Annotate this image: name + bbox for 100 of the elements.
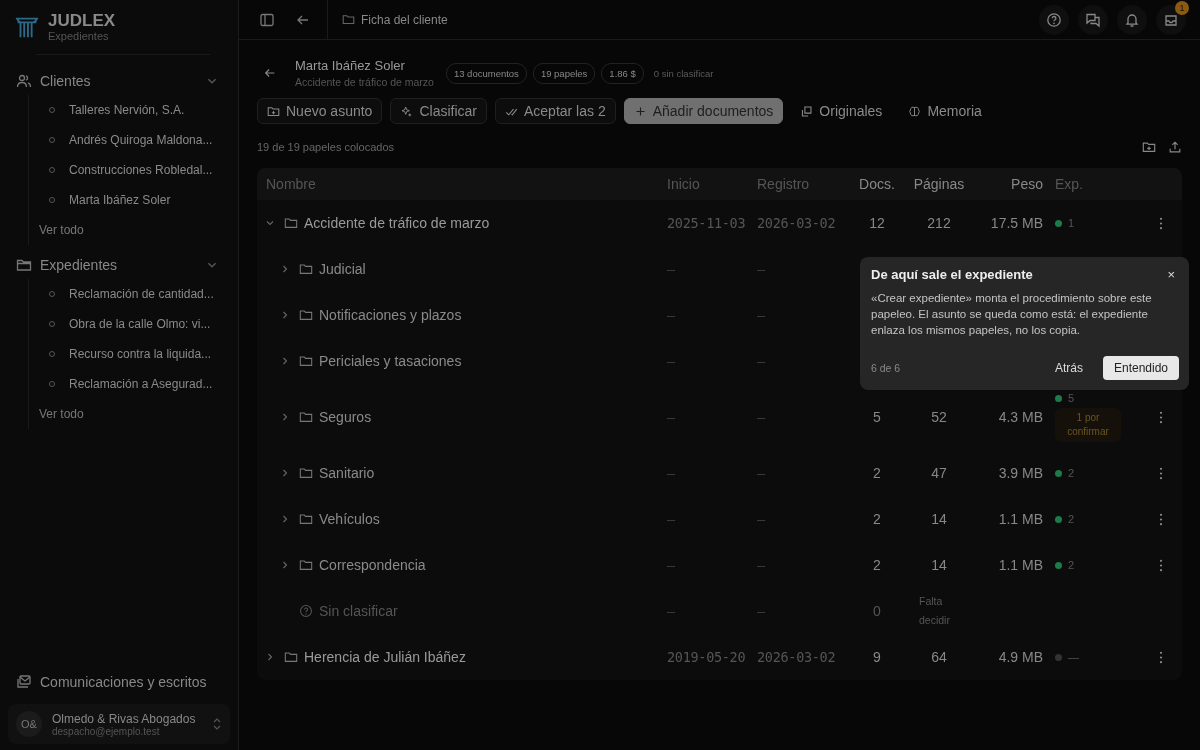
row-name[interactable]: Seguros xyxy=(319,409,372,425)
table-cell-text: 2019-05-20 xyxy=(667,649,747,665)
chevron-icon[interactable] xyxy=(265,652,275,662)
case-count: 2 xyxy=(1068,559,1075,571)
see-all-link[interactable]: Ver todo xyxy=(39,215,230,245)
chevron-icon[interactable] xyxy=(280,356,290,366)
people-icon xyxy=(16,73,32,89)
chevron-icon[interactable] xyxy=(280,264,290,274)
table-cell-text: 2025-11-03 xyxy=(667,215,747,231)
chevron-icon[interactable] xyxy=(280,468,290,478)
sidebar-toggle-icon[interactable] xyxy=(259,11,275,28)
sidebar-item[interactable]: Marta Ibáñez Soler xyxy=(39,185,230,215)
help-button[interactable] xyxy=(1039,4,1069,35)
count-chip: 19 papeles xyxy=(532,62,596,84)
sidebar-item[interactable]: Construcciones Robledal... xyxy=(39,155,230,185)
table-cell-text: — xyxy=(757,409,766,425)
folder-icon xyxy=(299,308,313,322)
notifications-button[interactable] xyxy=(1117,4,1147,35)
row-name[interactable]: Judicial xyxy=(319,261,366,277)
sidebar-item[interactable]: Obra de la calle Olmo: vi... xyxy=(39,309,230,339)
count-chip: 13 documentos xyxy=(445,62,527,84)
chevron-icon[interactable] xyxy=(280,310,290,320)
pending-badge: 1 por confirmar xyxy=(1055,408,1121,442)
more-options-icon[interactable] xyxy=(1159,512,1163,526)
table-cell-text: — xyxy=(757,465,766,481)
action-button[interactable]: Añadir documentos xyxy=(623,98,784,124)
action-button[interactable]: Memoria xyxy=(899,98,991,124)
table-cell-text: — xyxy=(667,261,676,277)
table-cell-text: — xyxy=(667,603,676,619)
brain-icon xyxy=(908,104,922,118)
table-cell-text: — xyxy=(757,353,766,369)
table-cell-text: — xyxy=(757,603,766,619)
table-cell: 47 xyxy=(931,465,947,481)
action-button[interactable]: Clasificar xyxy=(390,98,487,124)
breadcrumb[interactable]: Ficha del cliente xyxy=(361,12,448,27)
more-options-icon[interactable] xyxy=(1159,216,1163,230)
row-name[interactable]: Vehículos xyxy=(319,511,380,527)
sidebar-item[interactable]: Andrés Quiroga Maldona... xyxy=(39,125,230,155)
table-cell-text: — xyxy=(667,557,676,573)
more-options-icon[interactable] xyxy=(1159,410,1163,424)
see-all-link[interactable]: Ver todo xyxy=(39,399,230,429)
action-button[interactable]: Originales xyxy=(791,98,892,124)
folder-icon xyxy=(299,558,313,572)
folder-icon xyxy=(299,354,313,368)
column-header[interactable]: Páginas xyxy=(903,176,975,192)
help-icon xyxy=(1046,11,1062,28)
folder-icon xyxy=(299,466,313,480)
row-name[interactable]: Herencia de Julián Ibáñez xyxy=(304,649,466,665)
chat-bubbles-icon xyxy=(1085,11,1101,28)
inbox-button[interactable]: 1 xyxy=(1156,4,1186,35)
chevron-icon[interactable] xyxy=(280,560,290,570)
chevron-icon[interactable] xyxy=(265,218,275,228)
row-name[interactable]: Accidente de tráfico de marzo xyxy=(304,215,490,231)
step-counter: 6 de 6 xyxy=(871,362,901,374)
sidebar-item[interactable]: Reclamación a Asegurad... xyxy=(39,369,230,399)
folder-plus-icon[interactable] xyxy=(1142,140,1156,154)
column-header[interactable]: Docs. xyxy=(851,176,903,192)
sidebar-section-header[interactable]: Clientes xyxy=(8,67,230,95)
more-options-icon[interactable] xyxy=(1159,650,1163,664)
back-arrow-icon[interactable] xyxy=(263,66,277,80)
table-cell: 4.3 MB xyxy=(998,409,1043,425)
account-switcher[interactable]: O& Olmedo & Rivas Abogados despacho@ejemplo.test xyxy=(8,704,230,744)
folder-icon xyxy=(284,216,298,230)
brand-subtitle: Expedientes xyxy=(48,30,110,42)
chevron-icon[interactable] xyxy=(280,514,290,524)
row-name[interactable]: Notificaciones y plazos xyxy=(319,307,462,323)
sidebar-item[interactable]: Talleres Nervión, S.A. xyxy=(39,95,230,125)
table-cell-text: — xyxy=(667,511,676,527)
up-down-icon xyxy=(212,717,222,731)
upload-icon[interactable] xyxy=(1168,140,1182,154)
unclassified-count: 0 sin clasificar xyxy=(653,67,714,79)
sidebar-item[interactable]: Reclamación de cantidad... xyxy=(39,279,230,309)
folder-icon xyxy=(16,257,32,273)
close-button[interactable]: × xyxy=(1163,267,1179,282)
back-button[interactable]: Atrás xyxy=(1048,360,1089,376)
more-options-icon[interactable] xyxy=(1159,466,1163,480)
table-cell: 64 xyxy=(931,649,947,665)
chevron-icon[interactable] xyxy=(280,412,290,422)
row-name[interactable]: Periciales y tasaciones xyxy=(319,353,462,369)
folder-icon xyxy=(284,650,298,664)
action-button[interactable]: Nuevo asunto xyxy=(257,98,383,124)
row-name[interactable]: Correspondencia xyxy=(319,557,426,573)
folder-icon xyxy=(342,13,355,26)
sidebar-link[interactable]: Comunicaciones y escritos xyxy=(8,668,230,696)
table-cell-text: — xyxy=(757,261,766,277)
sidebar-item[interactable]: Recurso contra la liquida... xyxy=(39,339,230,369)
confirm-button[interactable]: Entendido xyxy=(1102,356,1179,380)
table-cell: 1.1 MB xyxy=(998,557,1043,573)
notification-badge: 1 xyxy=(1175,0,1189,15)
chat-button[interactable] xyxy=(1078,4,1108,35)
action-button[interactable]: Aceptar las 2 xyxy=(495,98,616,124)
row-name[interactable]: Sanitario xyxy=(319,465,375,481)
table-cell: 2 xyxy=(873,557,881,573)
table-cell: 1.1 MB xyxy=(998,511,1043,527)
column-header[interactable]: Peso xyxy=(975,176,1055,192)
more-options-icon[interactable] xyxy=(1159,558,1163,572)
case-count: — xyxy=(1068,651,1079,663)
case-count: 1 xyxy=(1068,217,1075,229)
sidebar-section-header[interactable]: Expedientes xyxy=(8,251,230,279)
account-avatar: O& xyxy=(16,711,42,737)
